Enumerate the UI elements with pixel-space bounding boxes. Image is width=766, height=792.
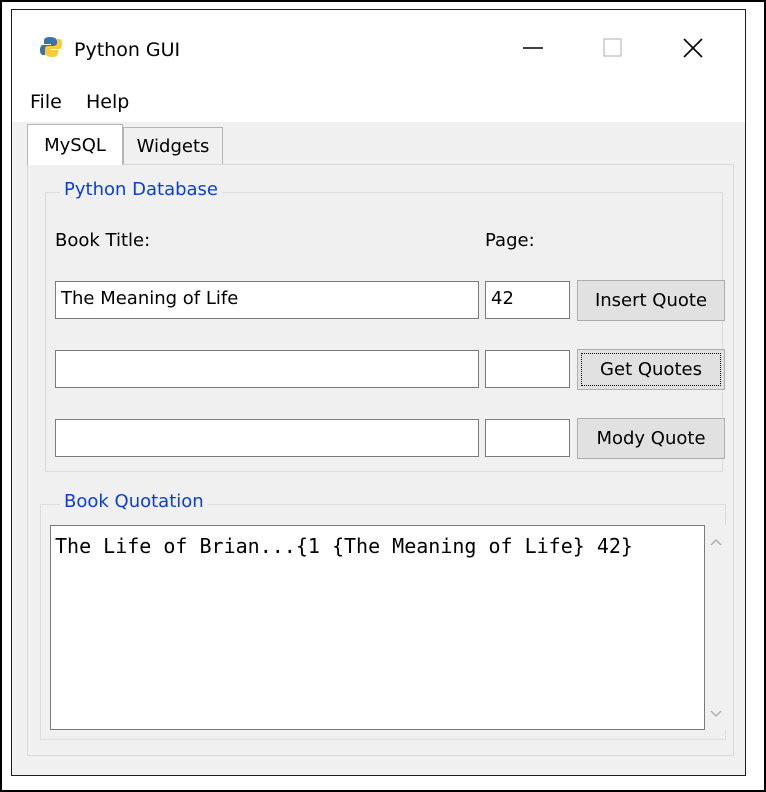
python-logo-icon — [40, 36, 62, 58]
tab-widgets[interactable]: Widgets — [123, 127, 223, 165]
mody-quote-label: Mody Quote — [596, 428, 706, 449]
book-title-field-1[interactable]: The Meaning of Life — [55, 281, 479, 319]
minimize-icon — [523, 47, 543, 49]
quotation-scrollbar[interactable] — [705, 525, 726, 730]
chevron-up-icon — [710, 538, 722, 546]
scroll-up-button[interactable] — [705, 531, 727, 553]
get-quotes-button[interactable]: Get Quotes — [577, 349, 725, 390]
scroll-down-button[interactable] — [705, 703, 727, 725]
tab-widgets-label: Widgets — [136, 136, 210, 157]
insert-quote-button[interactable]: Insert Quote — [577, 280, 725, 321]
quotation-text-area[interactable]: The Life of Brian...{1 {The Meaning of L… — [50, 525, 705, 730]
tab-mysql-label: MySQL — [44, 134, 106, 156]
tab-panel-mysql: Python Database Book Title: Page: The Me… — [27, 164, 734, 756]
window-title: Python GUI — [74, 39, 181, 61]
book-quotation-group: Book Quotation The Life of Brian...{1 {T… — [40, 491, 726, 740]
page-label: Page: — [485, 230, 535, 251]
menu-help[interactable]: Help — [86, 91, 129, 113]
insert-quote-label: Insert Quote — [594, 290, 708, 311]
chevron-down-icon — [710, 710, 722, 718]
maximize-button[interactable] — [590, 30, 636, 66]
book-quotation-legend: Book Quotation — [60, 491, 208, 512]
page-field-2[interactable] — [485, 350, 570, 388]
python-database-legend: Python Database — [60, 179, 223, 200]
minimize-button[interactable] — [510, 30, 556, 66]
book-title-field-3[interactable] — [55, 419, 479, 457]
book-title-label: Book Title: — [55, 230, 151, 251]
close-button[interactable] — [670, 30, 716, 66]
app-window: Python GUI File Help MySQL Widgets Pytho — [11, 9, 746, 776]
book-title-field-2[interactable] — [55, 350, 479, 388]
mody-quote-button[interactable]: Mody Quote — [577, 418, 725, 459]
title-bar[interactable]: Python GUI — [12, 10, 745, 85]
tab-mysql[interactable]: MySQL — [27, 124, 123, 165]
screenshot-frame: Python GUI File Help MySQL Widgets Pytho — [0, 0, 766, 792]
python-database-group: Python Database Book Title: Page: The Me… — [45, 179, 725, 472]
maximize-icon — [603, 38, 622, 57]
get-quotes-label: Get Quotes — [600, 359, 702, 380]
page-field-1[interactable]: 42 — [485, 281, 570, 319]
menu-file[interactable]: File — [30, 91, 62, 113]
close-icon — [683, 38, 703, 58]
menu-bar: File Help — [12, 85, 745, 122]
page-field-3[interactable] — [485, 419, 570, 457]
